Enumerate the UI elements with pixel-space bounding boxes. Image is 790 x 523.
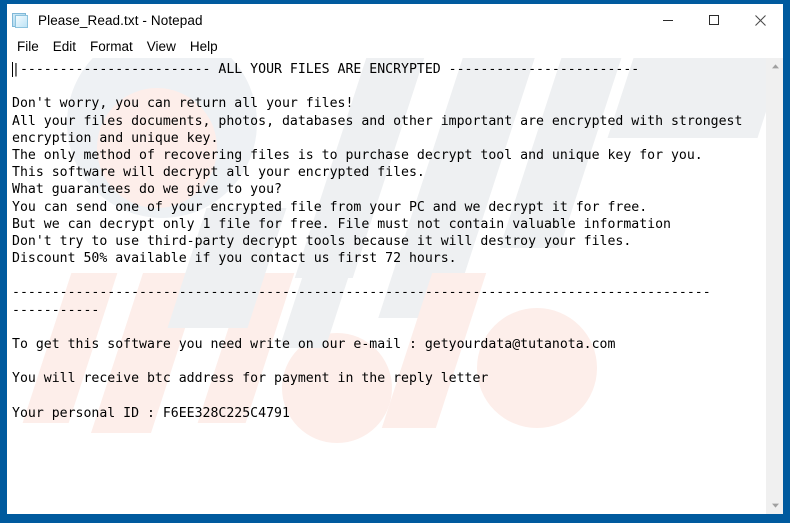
menu-item-format[interactable]: Format — [83, 38, 140, 56]
document-line: All your files documents, photos, databa… — [12, 113, 743, 129]
scroll-down-arrow-icon[interactable] — [766, 497, 783, 514]
document-line: Don't worry, you can return all your fil… — [12, 96, 354, 112]
notepad-window: Please_Read.txt - Notepad File Edit Form… — [0, 0, 790, 523]
document-line: ----------- — [12, 302, 100, 318]
menu-item-file[interactable]: File — [10, 38, 46, 56]
close-button[interactable] — [737, 4, 783, 36]
maximize-icon — [708, 14, 720, 26]
window-title: Please_Read.txt - Notepad — [38, 12, 203, 28]
document-line: Discount 50% available if you contact us… — [12, 251, 457, 267]
document-line: What guarantees do we give to you? — [12, 182, 282, 198]
vertical-scrollbar[interactable] — [766, 58, 783, 514]
document-line: |------------------------ ALL YOUR FILES… — [12, 62, 640, 77]
menu-item-help[interactable]: Help — [183, 38, 225, 56]
text-editing-area[interactable]: |------------------------ ALL YOUR FILES… — [7, 58, 766, 514]
document-line: Your personal ID : F6EE328C225C4791 — [12, 405, 290, 421]
minimize-icon — [662, 14, 674, 26]
maximize-button[interactable] — [691, 4, 737, 36]
close-icon — [754, 14, 767, 27]
document-line: You can send one of your encrypted file … — [12, 199, 648, 215]
scroll-up-arrow-icon[interactable] — [766, 58, 783, 75]
minimize-button[interactable] — [645, 4, 691, 36]
document-line: The only method of recovering files is t… — [12, 147, 703, 163]
document-line: ----------------------------------------… — [12, 285, 711, 301]
title-bar[interactable]: Please_Read.txt - Notepad — [7, 4, 783, 36]
notepad-document-icon — [12, 12, 29, 29]
document-line: encryption and unique key. — [12, 130, 219, 146]
menu-bar: File Edit Format View Help — [7, 36, 783, 57]
menu-item-view[interactable]: View — [140, 38, 183, 56]
menu-item-edit[interactable]: Edit — [46, 38, 83, 56]
document-text: |------------------------ ALL YOUR FILES… — [12, 61, 766, 422]
editor-region: |------------------------ ALL YOUR FILES… — [7, 57, 783, 514]
document-line: This software will decrypt all your encr… — [12, 165, 425, 181]
window-controls — [645, 4, 783, 36]
document-line: You will receive btc address for payment… — [12, 371, 489, 387]
document-line: Don't try to use third-party decrypt too… — [12, 233, 632, 249]
document-line: To get this software you need write on o… — [12, 337, 616, 352]
document-line: But we can decrypt only 1 file for free.… — [12, 216, 671, 232]
text-caret — [12, 62, 13, 77]
